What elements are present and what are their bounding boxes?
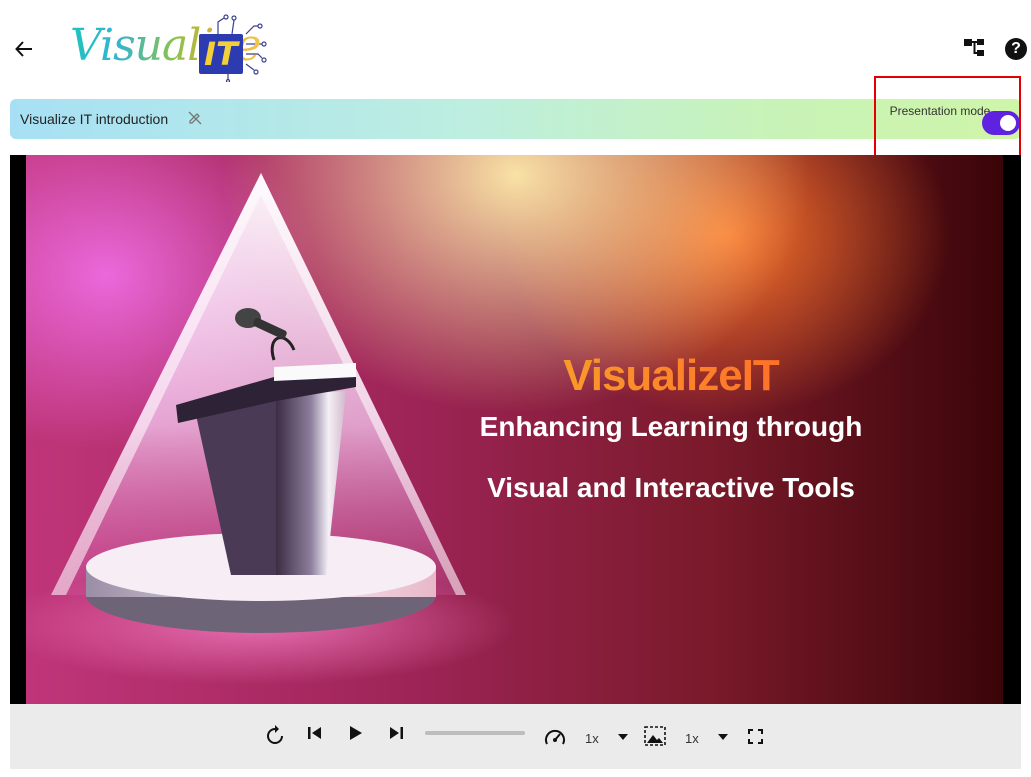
switch-knob (1000, 115, 1016, 131)
image-aspect-icon (644, 726, 666, 746)
play-button[interactable] (349, 726, 363, 740)
logo-badge: IT (199, 34, 243, 74)
replay-button[interactable] (265, 725, 285, 745)
replay-icon (267, 725, 283, 744)
next-button[interactable] (388, 726, 404, 740)
skip-next-icon (390, 727, 403, 739)
speed-dropdown-arrow[interactable] (618, 734, 628, 740)
speed-button[interactable] (544, 728, 566, 746)
slide-title: VisualizeIT (526, 351, 816, 401)
help-button[interactable]: ? (1005, 38, 1027, 60)
presentation-mode-toggle[interactable]: Presentation mode (888, 103, 1021, 137)
skip-previous-icon (308, 727, 321, 739)
slide: VisualizeIT Enhancing Learning through V… (26, 155, 1003, 704)
slide-subtitle-line-2: Visual and Interactive Tools (487, 472, 855, 503)
edit-off-icon[interactable] (187, 110, 203, 131)
zoom-value[interactable]: 1x (685, 731, 699, 746)
previous-button[interactable] (307, 726, 323, 740)
speed-value[interactable]: 1x (585, 731, 599, 746)
presentation-title: Visualize IT introduction (20, 111, 169, 127)
back-button[interactable] (10, 35, 38, 63)
fullscreen-icon (748, 729, 763, 744)
presentation-mode-switch[interactable] (982, 111, 1020, 135)
presentation-bar: Visualize IT introduction Presentation m… (10, 99, 1021, 139)
image-zoom-button[interactable] (644, 726, 666, 746)
account-tree-icon (964, 39, 984, 56)
slide-stage: VisualizeIT Enhancing Learning through V… (10, 155, 1021, 704)
arrow-left-icon (15, 41, 32, 57)
app-logo: Visualize IT (68, 14, 268, 82)
help-icon: ? (1011, 40, 1021, 57)
play-icon (350, 726, 362, 740)
zoom-dropdown-arrow[interactable] (718, 734, 728, 740)
structure-button[interactable] (962, 36, 990, 62)
fullscreen-button[interactable] (748, 729, 763, 744)
slide-subtitle-line-1: Enhancing Learning through (479, 411, 863, 442)
presentation-mode-label: Presentation mode (889, 104, 991, 118)
speedometer-icon (545, 729, 565, 745)
progress-slider[interactable] (425, 731, 525, 735)
playback-controls: 1x 1x (10, 704, 1021, 769)
